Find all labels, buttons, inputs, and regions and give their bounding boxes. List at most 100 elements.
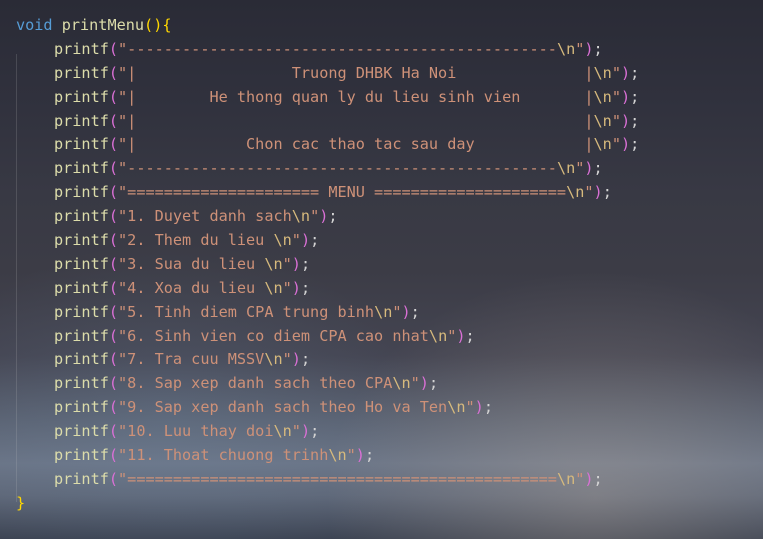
semicolon: ;: [630, 87, 640, 106]
printf-call: printf: [54, 374, 109, 393]
open-paren: (: [108, 469, 119, 488]
string-close-quote: ": [611, 135, 621, 154]
printf-call: printf: [54, 159, 109, 178]
open-paren: (: [108, 326, 119, 345]
semicolon: ;: [593, 39, 603, 58]
code-line-printf[interactable]: printf("8. Sap xep danh sach theo CPA\n"…: [0, 372, 763, 396]
close-paren: ): [319, 207, 329, 226]
code-editor[interactable]: void printMenu(){ printf("--------------…: [0, 14, 763, 516]
code-line-printf[interactable]: printf("--------------------------------…: [0, 38, 763, 62]
open-paren: (: [108, 398, 119, 417]
code-line-printf[interactable]: printf("3. Sua du lieu \n");: [0, 253, 763, 277]
newline-escape: \n: [264, 278, 283, 297]
code-line-printf[interactable]: printf("| |\n");: [0, 110, 763, 134]
semicolon: ;: [483, 398, 493, 417]
close-paren: ): [584, 469, 594, 488]
semicolon: ;: [602, 183, 612, 202]
semicolon: ;: [593, 469, 603, 488]
newline-escape: \n: [264, 350, 283, 369]
code-line-printf[interactable]: printf("7. Tra cuu MSSV\n");: [0, 348, 763, 372]
code-line-function-header[interactable]: void printMenu(){: [0, 14, 763, 38]
printf-call: printf: [54, 278, 109, 297]
code-line-printf[interactable]: printf("4. Xoa du lieu \n");: [0, 277, 763, 301]
code-line-printf[interactable]: printf("| Chon cac thao tac sau day |\n"…: [0, 133, 763, 157]
code-line-printf[interactable]: printf("11. Thoat chuong trinh\n");: [0, 444, 763, 468]
printf-call: printf: [54, 63, 109, 82]
string-literal: "8. Sap xep danh sach theo CPA: [118, 374, 393, 393]
close-paren: ): [291, 278, 301, 297]
code-line-printf[interactable]: printf("--------------------------------…: [0, 157, 763, 181]
semicolon: ;: [630, 63, 640, 82]
string-literal: "| Chon cac thao tac sau day |: [118, 135, 594, 154]
string-literal: "5. Tinh diem CPA trung binh: [118, 302, 375, 321]
code-line-printf[interactable]: printf("2. Them du lieu \n");: [0, 229, 763, 253]
newline-escape: \n: [593, 63, 612, 82]
close-paren: ): [153, 16, 163, 34]
printf-call: printf: [54, 135, 109, 154]
semicolon: ;: [328, 207, 338, 226]
semicolon: ;: [428, 374, 439, 393]
open-paren: (: [108, 183, 119, 202]
newline-escape: \n: [428, 326, 448, 345]
code-line-printf[interactable]: printf("===================== MENU =====…: [0, 181, 763, 205]
string-close-quote: ": [282, 278, 292, 297]
newline-escape: \n: [593, 87, 612, 106]
open-paren: (: [108, 111, 119, 130]
printf-call: printf: [54, 326, 109, 345]
semicolon: ;: [310, 422, 320, 441]
code-line-closing-brace[interactable]: }: [0, 492, 763, 516]
semicolon: ;: [465, 326, 475, 345]
code-line-printf[interactable]: printf("6. Sinh vien co diem CPA cao nha…: [0, 325, 763, 349]
newline-escape: \n: [556, 39, 576, 58]
open-paren: (: [144, 16, 154, 34]
close-paren: ): [355, 446, 365, 465]
printf-call: printf: [54, 111, 109, 130]
newline-escape: \n: [291, 207, 311, 226]
close-paren: ): [291, 254, 301, 273]
close-paren: ): [620, 87, 631, 106]
printf-call: printf: [54, 207, 109, 226]
newline-escape: \n: [328, 446, 347, 465]
string-close-quote: ": [611, 111, 621, 130]
newline-escape: \n: [556, 159, 576, 178]
open-paren: (: [108, 422, 119, 441]
newline-escape: \n: [447, 398, 466, 417]
printf-call: printf: [54, 183, 109, 202]
string-literal: "2. Them du lieu: [118, 231, 274, 250]
semicolon: ;: [300, 254, 311, 273]
code-line-printf[interactable]: printf("| Truong DHBK Ha Noi |\n");: [0, 62, 763, 86]
string-close-quote: ": [291, 422, 301, 441]
code-line-printf[interactable]: printf("10. Luu thay doi\n");: [0, 420, 763, 444]
code-line-printf[interactable]: printf("1. Duyet danh sach\n");: [0, 205, 763, 229]
open-paren: (: [108, 231, 119, 250]
string-close-quote: ": [291, 231, 301, 250]
code-line-printf[interactable]: printf("5. Tinh diem CPA trung binh\n");: [0, 301, 763, 325]
semicolon: ;: [630, 135, 640, 154]
string-literal: "10. Luu thay doi: [118, 422, 274, 441]
printf-call: printf: [54, 254, 109, 273]
code-line-printf[interactable]: printf("================================…: [0, 468, 763, 492]
newline-escape: \n: [374, 302, 393, 321]
code-line-printf[interactable]: printf("9. Sap xep danh sach theo Ho va …: [0, 396, 763, 420]
string-close-quote: ": [447, 326, 457, 345]
close-paren: ): [300, 422, 311, 441]
string-close-quote: ": [465, 398, 475, 417]
string-close-quote: ": [310, 207, 320, 226]
code-line-printf[interactable]: printf("| He thong quan ly du lieu sinh …: [0, 86, 763, 110]
semicolon: ;: [300, 350, 311, 369]
string-literal: "9. Sap xep danh sach theo Ho va Ten: [118, 398, 448, 417]
printf-call: printf: [54, 350, 109, 369]
open-paren: (: [108, 254, 119, 273]
open-paren: (: [108, 39, 119, 58]
newline-escape: \n: [593, 111, 612, 130]
close-paren: ): [419, 374, 429, 393]
string-literal: "| |: [118, 111, 594, 130]
close-brace: }: [16, 493, 26, 512]
close-paren: ): [620, 111, 631, 130]
semicolon: ;: [364, 446, 375, 465]
semicolon: ;: [310, 231, 320, 250]
string-literal: "| He thong quan ly du lieu sinh vien |: [118, 87, 594, 106]
close-paren: ): [474, 398, 484, 417]
close-paren: ): [300, 231, 311, 250]
close-paren: ): [584, 39, 594, 58]
